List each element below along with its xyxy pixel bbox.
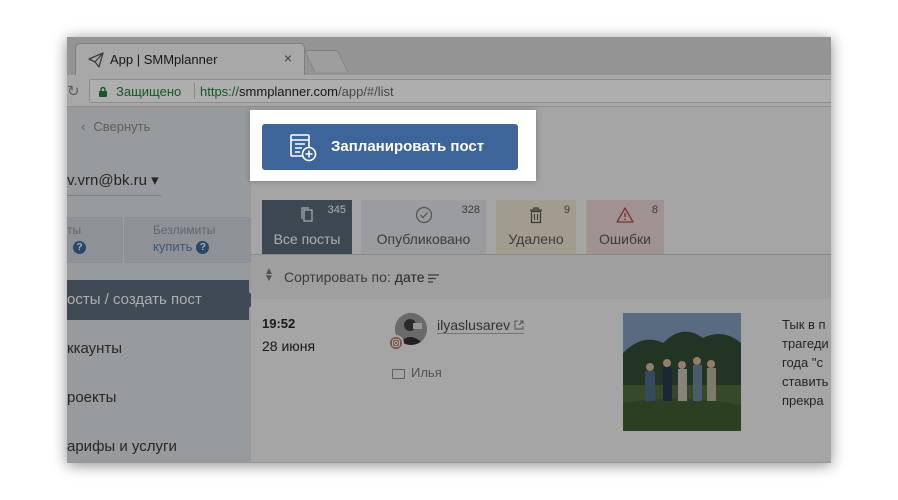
tariff-unlimited-label: Безлимиты (153, 223, 216, 237)
project-name: Илья (411, 365, 442, 380)
post-image[interactable] (623, 313, 741, 431)
post-text-line: ставить (782, 374, 829, 389)
tab-errors[interactable]: 8 Ошибки (586, 200, 664, 254)
url-text: https://smmplanner.com/app/#/list (200, 84, 394, 99)
url-path: /app/#/list (338, 84, 394, 99)
sort-label: Сортировать по: (284, 269, 391, 285)
post-project: Илья (392, 365, 442, 380)
post-text-line: Тык в п (782, 317, 826, 332)
sort-value[interactable]: дате (395, 269, 425, 285)
sidebar-item-tariffs[interactable]: арифы и услуги (67, 427, 251, 463)
tab-deleted[interactable]: 9 Удалено (496, 200, 576, 254)
address-bar: ↻ Защищено https://smmplanner.com/app/#/… (67, 75, 831, 107)
help-icon[interactable]: ? (73, 241, 86, 254)
secure-label: Защищено (116, 84, 182, 99)
tab-label: Удалено (508, 231, 564, 247)
sidebar-item-posts[interactable]: осты / создать пост (67, 280, 257, 320)
tariff-left-label: ты (67, 223, 82, 237)
trash-icon (530, 207, 542, 224)
username: ilyaslusarev (437, 317, 511, 333)
tab-close-icon[interactable]: × (284, 50, 292, 66)
highlight-box: Запланировать пост (250, 110, 536, 181)
screenshot-window: App | SMMplanner × ↻ Защищено https://sm… (67, 37, 831, 463)
tab-count: 345 (327, 204, 346, 216)
post-text-line: прекра (782, 393, 824, 408)
tab-label: Ошибки (599, 231, 651, 247)
post-date: 28 июня (262, 338, 316, 354)
post-text: Тык в п трагеди года "с ставить прекра (782, 315, 831, 410)
tab-all-posts[interactable]: 345 Все посты (262, 200, 352, 254)
tab-label: Опубликовано (376, 231, 471, 247)
url-host: smmplanner.com (239, 84, 339, 99)
help-icon[interactable]: ? (196, 241, 210, 255)
plan-post-button[interactable]: Запланировать пост (262, 124, 518, 170)
browser-tab[interactable]: App | SMMplanner × (75, 43, 305, 75)
post-time: 19:52 (262, 316, 296, 331)
tariff-divider (123, 217, 124, 263)
tab-label: Все посты (273, 231, 341, 247)
new-tab-button[interactable] (303, 50, 349, 72)
sort-bar: ▲ ▼ Сортировать по: дате (251, 255, 831, 299)
url-scheme: https:// (200, 84, 240, 99)
plan-post-label: Запланировать пост (331, 138, 485, 155)
sidebar-item-accounts[interactable]: ккаунты (67, 329, 251, 369)
check-circle-icon (415, 206, 432, 224)
collapse-button[interactable]: ‹ Свернуть (81, 119, 150, 134)
instagram-icon (388, 335, 404, 351)
post-row[interactable]: 19:52 28 июня ilyaslusarev Илья Тык в п … (251, 299, 831, 463)
account-username-link[interactable]: ilyaslusarev (437, 317, 525, 334)
post-text-line: трагеди (782, 336, 829, 351)
buy-label: купить (153, 239, 193, 254)
tab-count: 9 (563, 204, 570, 216)
email-underline (67, 195, 161, 196)
copy-icon (301, 207, 313, 222)
calendar-plus-icon (290, 134, 317, 162)
sort-arrows-icon: ▲ ▼ (264, 266, 274, 284)
tab-count: 328 (461, 204, 480, 216)
lock-icon (99, 86, 107, 97)
collapse-label: Свернуть (93, 119, 151, 134)
tab-count: 8 (651, 204, 658, 216)
external-link-icon (514, 320, 524, 330)
warning-icon (616, 207, 634, 223)
sidebar: ‹ Свернуть v.vrn@bk.ru ▾ ты ? Безлимиты к… (67, 107, 257, 463)
sort-lines-icon (427, 274, 439, 283)
post-text-line: года "с (782, 355, 823, 370)
sort-control[interactable]: Сортировать по: дате (284, 269, 439, 285)
url-field[interactable]: Защищено https://smmplanner.com/app/#/li… (89, 79, 831, 103)
reload-icon[interactable]: ↻ (67, 82, 80, 100)
browser-tab-bar: App | SMMplanner × (67, 37, 831, 75)
tariff-panel: ты ? Безлимиты купить? (67, 217, 251, 263)
chevron-left-icon: ‹ (81, 119, 86, 134)
buy-link[interactable]: купить? (153, 239, 210, 255)
tab-title: App | SMMplanner (110, 52, 218, 67)
tab-published[interactable]: 328 Опубликовано (361, 200, 486, 254)
telegram-paper-plane-icon (88, 52, 104, 68)
account-email-dropdown[interactable]: v.vrn@bk.ru ▾ (67, 171, 159, 189)
folder-icon (392, 368, 405, 379)
sidebar-item-projects[interactable]: роекты (67, 378, 251, 418)
url-separator (194, 83, 195, 99)
